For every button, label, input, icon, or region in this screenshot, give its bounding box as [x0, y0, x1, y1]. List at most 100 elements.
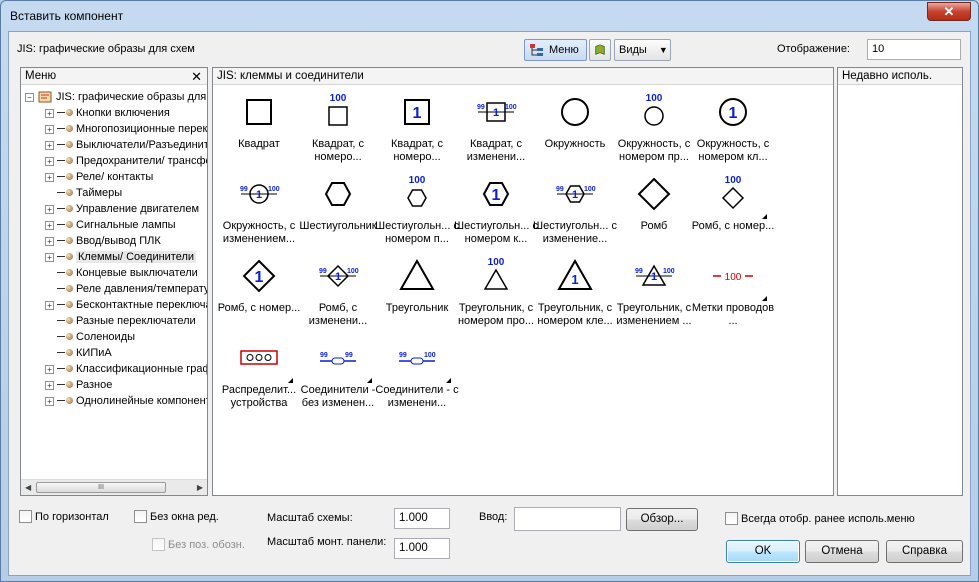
component-item[interactable]: 1 Шестиугольн... с номером к... [454, 174, 538, 246]
expand-icon[interactable]: + [45, 140, 54, 150]
expand-icon[interactable]: + [45, 156, 54, 166]
expand-icon[interactable]: + [45, 172, 54, 182]
wire-label-icon: 100 [691, 256, 775, 302]
tree-item[interactable]: КИПиА [45, 345, 112, 361]
circle-icon [533, 92, 617, 138]
expand-icon[interactable]: + [45, 252, 54, 262]
expand-icon[interactable]: + [45, 300, 54, 310]
browse-button[interactable]: Обзор... [626, 508, 698, 531]
expand-icon[interactable]: + [45, 204, 54, 214]
tree-item[interactable]: + Предохранители/ трансформаторы [45, 153, 207, 169]
component-item[interactable]: 99 1 100 Квадрат, с изменени... [454, 92, 538, 164]
svg-text:100: 100 [330, 93, 347, 104]
tree-item[interactable]: + Управление двигателем [45, 201, 199, 217]
svg-text:99: 99 [556, 186, 564, 193]
menu-button[interactable]: Меню [524, 39, 587, 61]
component-item[interactable]: Квадрат [217, 92, 301, 151]
component-item[interactable]: 99 100 Соединители - с изменени... [375, 338, 459, 410]
component-item[interactable]: 1 Квадрат, с номеро... [375, 92, 459, 164]
svg-text:1: 1 [729, 105, 738, 122]
component-item[interactable]: 100 Треугольник, с номером про... [454, 256, 538, 328]
tree-item[interactable]: + Многопозиционные переключатели [45, 121, 207, 137]
tree-item[interactable]: Реле давления/температуры [45, 281, 207, 297]
component-item[interactable]: 1 Треугольник, с номером кле... [533, 256, 617, 328]
menu-tree[interactable]: −JIS: графические образы для схем+Кнопки… [21, 87, 207, 477]
tree-item[interactable]: Концевые выключатели [45, 265, 198, 281]
component-icon [57, 269, 74, 277]
tree-item[interactable]: + Кнопки включения [45, 105, 170, 121]
display-input[interactable]: 10 [867, 39, 961, 60]
close-icon[interactable]: ✕ [191, 69, 202, 85]
no-pos-checkbox[interactable] [152, 538, 165, 551]
component-icon [57, 349, 74, 357]
expand-icon[interactable]: + [45, 220, 54, 230]
tree-item[interactable]: + Однолинейные компоненты [45, 393, 207, 409]
tree-item[interactable]: Таймеры [45, 185, 122, 201]
component-item[interactable]: 99 1 100 Шестиугольн... с изменение... [533, 174, 617, 246]
always-show-checkbox[interactable] [725, 512, 738, 525]
expand-icon[interactable]: + [45, 364, 54, 374]
close-button[interactable]: ✕ [927, 2, 971, 21]
component-icon [57, 317, 74, 325]
component-item[interactable]: 99 1 100 Окружность, с изменением... [217, 174, 301, 246]
collapse-icon[interactable]: − [25, 92, 34, 102]
horizontal-checkbox[interactable] [19, 510, 32, 523]
svg-text:100: 100 [725, 175, 742, 186]
svg-text:1: 1 [492, 187, 501, 204]
component-item[interactable]: Окружность [533, 92, 617, 151]
component-item[interactable]: 99 1 100 Треугольник, с изменением ... [612, 256, 696, 328]
ok-button[interactable]: OK [726, 540, 800, 563]
cancel-button[interactable]: Отмена [805, 540, 879, 563]
input-field[interactable] [514, 507, 621, 531]
component-icon [57, 253, 74, 261]
scroll-thumb[interactable]: III [36, 482, 166, 493]
tree-item[interactable]: Разные переключатели [45, 313, 196, 329]
expand-icon[interactable]: + [45, 396, 54, 406]
component-item[interactable]: Ромб [612, 174, 696, 233]
component-label: Квадрат, с номеро... [311, 138, 365, 163]
component-icon [57, 205, 74, 213]
tree-item[interactable]: + Сигнальные лампы [45, 217, 176, 233]
component-item[interactable]: 99 99 Соединители - без изменен... [296, 338, 380, 410]
no-edit-checkbox[interactable] [134, 510, 147, 523]
expand-icon[interactable]: + [45, 380, 54, 390]
expand-icon[interactable]: + [45, 124, 54, 134]
help-button[interactable]: Справка [886, 540, 963, 563]
views-dropdown[interactable]: Виды ▼ [614, 39, 671, 61]
favorites-button[interactable] [589, 39, 611, 61]
component-item[interactable]: Шестиугольник [296, 174, 380, 233]
component-item[interactable]: 1 Ромб, с номер... [217, 256, 301, 315]
tree-item[interactable]: + Бесконтактные переключатели [45, 297, 207, 313]
component-item[interactable]: 100 Метки проводов ... [691, 256, 775, 328]
tree-item[interactable]: + Разное [45, 377, 112, 393]
tree-item[interactable]: + Классификационные графические [45, 361, 207, 377]
svg-text:1: 1 [335, 271, 341, 283]
tree-item[interactable]: Соленоиды [45, 329, 135, 345]
expand-icon[interactable]: + [45, 108, 54, 118]
hexagon-change-icon: 99 1 100 [533, 174, 617, 220]
component-label: Окружность [544, 138, 606, 150]
component-item[interactable]: 100 Ромб, с номер... [691, 174, 775, 233]
component-item[interactable]: Треугольник [375, 256, 459, 315]
no-pos-label: Без поз. обозн. [168, 539, 245, 551]
svg-text:100: 100 [663, 268, 675, 275]
tree-item[interactable]: + Клеммы/ Соединители [45, 249, 197, 265]
tree-root[interactable]: − JIS: графические образы для схем [25, 89, 207, 105]
tree-item[interactable]: + Ввод/вывод ПЛК [45, 233, 161, 249]
horizontal-scrollbar[interactable]: ◀ III ▶ [21, 479, 207, 495]
scale-schema-input[interactable]: 1.000 [394, 508, 450, 529]
component-item[interactable]: 100 Квадрат, с номеро... [296, 92, 380, 164]
title-bar[interactable]: Вставить компонент ✕ [1, 1, 978, 31]
component-item[interactable]: 100 Окружность, с номером пр... [612, 92, 696, 164]
component-item[interactable]: 99 1 100 Ромб, с изменени... [296, 256, 380, 328]
scroll-left-icon[interactable]: ◀ [25, 483, 31, 492]
svg-text:99: 99 [345, 352, 353, 359]
scroll-right-icon[interactable]: ▶ [197, 483, 203, 492]
tree-item[interactable]: + Выключатели/Разъединители [45, 137, 207, 153]
expand-icon[interactable]: + [45, 236, 54, 246]
scale-panel-input[interactable]: 1.000 [394, 538, 450, 559]
tree-item[interactable]: + Реле/ контакты [45, 169, 153, 185]
component-item[interactable]: 1 Окружность, с номером кл... [691, 92, 775, 164]
component-item[interactable]: 100 Шестиугольн... с номером п... [375, 174, 459, 246]
component-item[interactable]: Распределит... устройства [217, 338, 301, 410]
